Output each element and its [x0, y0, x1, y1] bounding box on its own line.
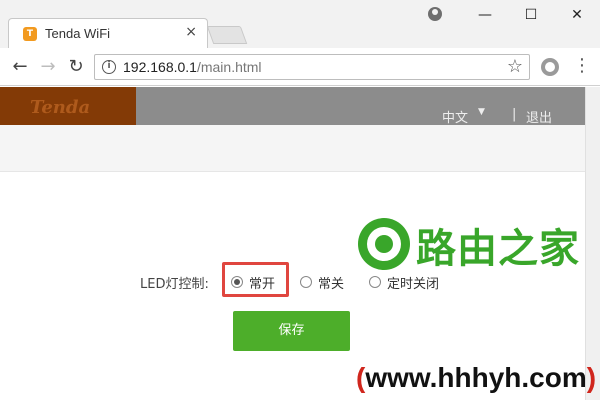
- back-arrow-icon[interactable]: ←: [8, 55, 32, 79]
- led-option-label: 常关: [318, 276, 345, 292]
- new-tab-button[interactable]: [206, 26, 248, 44]
- forward-arrow-icon[interactable]: →: [36, 55, 60, 79]
- watermark-paren-close: ): [586, 362, 597, 393]
- site-info-icon[interactable]: i: [102, 60, 116, 74]
- watermark-name: 路由之家: [416, 226, 580, 272]
- browser-tab[interactable]: T Tenda WiFi ×: [8, 18, 208, 48]
- window-controls: — ☐ ✕: [462, 0, 600, 30]
- maximize-icon[interactable]: ☐: [508, 0, 554, 30]
- header-separator: |: [512, 107, 517, 122]
- nav-band: [0, 125, 585, 172]
- radio-scheduled-off[interactable]: [369, 276, 381, 288]
- extension-icon[interactable]: [541, 58, 559, 76]
- highlight-box: [222, 262, 289, 297]
- radio-always-off[interactable]: [300, 276, 312, 288]
- url-path: /main.html: [196, 59, 262, 75]
- address-bar[interactable]: i 192.168.0.1/main.html ☆: [94, 54, 530, 80]
- language-selector[interactable]: 中文: [442, 107, 468, 126]
- profile-icon[interactable]: [428, 7, 442, 21]
- browser-tabstrip: T Tenda WiFi × — ☐ ✕: [0, 0, 600, 48]
- led-control-label: LED灯控制:: [140, 277, 209, 292]
- browser-toolbar: ← → ↻ i 192.168.0.1/main.html ☆: [0, 48, 600, 86]
- tab-title: Tenda WiFi: [45, 26, 111, 41]
- tenda-logo: Tenda: [0, 87, 136, 125]
- scrollbar[interactable]: [585, 87, 600, 400]
- watermark-logo-icon: [358, 218, 410, 270]
- watermark-url-text: www.hhhyh.com: [365, 362, 587, 393]
- url-text[interactable]: 192.168.0.1/main.html: [123, 59, 262, 75]
- tab-close-icon[interactable]: ×: [185, 24, 197, 40]
- watermark-paren-open: (: [356, 362, 366, 393]
- led-option-label: 定时关闭: [387, 276, 440, 292]
- watermark-url: (www.hhhyh.com): [356, 362, 596, 394]
- reload-icon[interactable]: ↻: [64, 55, 88, 79]
- bookmark-star-icon[interactable]: ☆: [507, 56, 523, 77]
- logo-text: Tenda: [30, 97, 91, 118]
- browser-menu-icon[interactable]: ⋮: [573, 55, 591, 76]
- save-button[interactable]: 保存: [233, 311, 350, 351]
- minimize-icon[interactable]: —: [462, 0, 508, 30]
- logout-link[interactable]: 退出: [526, 107, 552, 126]
- tenda-favicon-icon: T: [23, 27, 37, 41]
- router-header: Tenda 中文 ▼ | 退出: [0, 87, 585, 126]
- url-host: 192.168.0.1: [123, 59, 197, 75]
- chevron-down-icon[interactable]: ▼: [478, 107, 485, 117]
- led-option-scheduled-off[interactable]: 定时关闭: [369, 273, 440, 292]
- led-option-always-off[interactable]: 常关: [300, 273, 345, 292]
- close-window-icon[interactable]: ✕: [554, 0, 600, 30]
